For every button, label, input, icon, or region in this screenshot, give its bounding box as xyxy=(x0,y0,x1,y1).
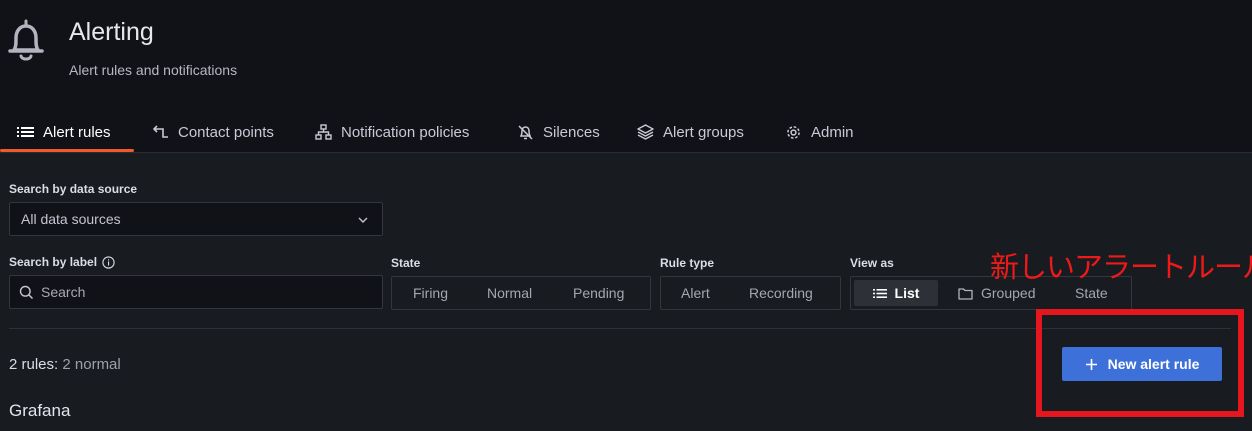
rules-summary: 2 rules: 2 normal xyxy=(9,356,121,373)
rule-type-radio-group: Alert Recording xyxy=(660,276,841,310)
state-firing-option[interactable]: Firing xyxy=(413,285,448,301)
view-as-list-option[interactable]: List xyxy=(854,280,938,306)
tab-bar: Alert rules Contact points Notification … xyxy=(0,112,1252,153)
label-search-heading: Search by label xyxy=(9,255,115,269)
bell-slash-icon xyxy=(518,124,533,140)
page-title: Alerting xyxy=(69,18,154,46)
datasource-value: All data sources xyxy=(21,211,121,227)
tab-label: Notification policies xyxy=(341,123,470,141)
label-search-input[interactable]: Search xyxy=(9,275,383,309)
tab-silences[interactable]: Silences xyxy=(517,112,600,152)
tab-alert-rules[interactable]: Alert rules xyxy=(17,112,111,152)
list-icon xyxy=(872,288,887,298)
annotation-highlight-box xyxy=(1036,309,1244,417)
info-icon[interactable] xyxy=(102,255,115,269)
layers-icon xyxy=(637,124,654,140)
state-normal-option[interactable]: Normal xyxy=(487,285,532,301)
label-search-label: Search by label xyxy=(9,255,98,269)
search-placeholder: Search xyxy=(41,284,86,300)
rules-count: 2 rules: xyxy=(9,356,59,373)
rules-detail: 2 normal xyxy=(62,356,121,373)
page-header: Alerting Alert rules and notifications A… xyxy=(0,0,1252,154)
state-pending-option[interactable]: Pending xyxy=(573,285,624,301)
rule-type-recording-option[interactable]: Recording xyxy=(749,285,813,301)
datasource-select[interactable]: All data sources xyxy=(9,202,383,236)
tab-label: Alert groups xyxy=(663,123,744,141)
annotation-text: 新しいアラートルール xyxy=(990,252,1252,284)
view-as-list-label: List xyxy=(894,285,920,301)
sitemap-icon xyxy=(315,124,332,140)
view-as-state-option[interactable]: State xyxy=(1075,285,1108,301)
tab-contact-points[interactable]: Contact points xyxy=(153,112,274,152)
state-label: State xyxy=(391,256,421,270)
folder-icon xyxy=(958,287,973,300)
rule-type-label: Rule type xyxy=(660,256,715,270)
rule-type-alert-option[interactable]: Alert xyxy=(681,285,710,301)
tab-label: Silences xyxy=(543,123,600,141)
tab-label: Alert rules xyxy=(43,123,111,141)
tab-label: Contact points xyxy=(178,123,274,141)
search-icon xyxy=(19,285,34,299)
cog-icon xyxy=(787,125,800,139)
bell-icon xyxy=(8,19,44,61)
state-radio-group: Firing Normal Pending xyxy=(391,276,651,310)
list-icon xyxy=(17,127,34,137)
grafana-section-title: Grafana xyxy=(9,401,71,420)
view-as-grouped-option[interactable]: Grouped xyxy=(958,285,1035,301)
view-as-label: View as xyxy=(850,256,894,270)
tab-label: Admin xyxy=(811,123,854,141)
tab-alert-groups[interactable]: Alert groups xyxy=(637,112,744,152)
chevron-down-icon xyxy=(358,217,368,223)
tab-admin[interactable]: Admin xyxy=(785,112,854,152)
datasource-label: Search by data source xyxy=(9,182,138,196)
page-subtitle: Alert rules and notifications xyxy=(69,62,238,78)
tab-notification-policies[interactable]: Notification policies xyxy=(315,112,469,152)
view-as-grouped-label: Grouped xyxy=(981,285,1036,301)
contact-icon xyxy=(153,125,168,138)
